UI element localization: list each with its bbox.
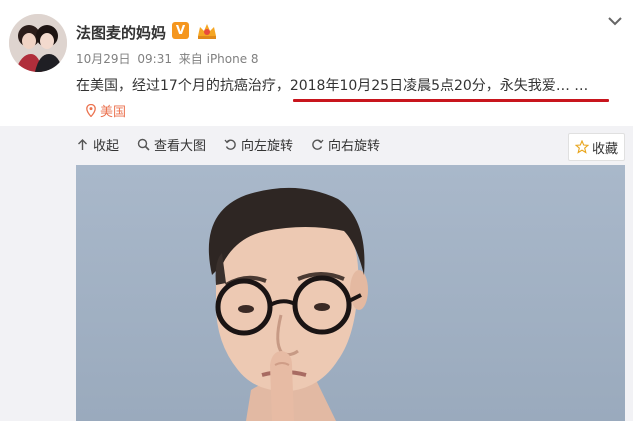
rotate-right-icon (312, 139, 324, 150)
post-meta: 10月29日 09:31 来自 iPhone 8 (76, 50, 262, 67)
portrait-image (76, 165, 625, 421)
verified-badge[interactable]: V (172, 22, 189, 39)
expand-link[interactable]: … … (556, 78, 588, 94)
username[interactable]: 法图麦的妈妈 (76, 22, 166, 43)
magnifier-icon (137, 138, 150, 151)
arrow-up-icon (78, 138, 87, 150)
favorite-label: 收藏 (591, 141, 618, 157)
post-photo[interactable] (76, 165, 625, 421)
avatar[interactable] (9, 14, 67, 72)
view-large-label: 查看大图 (154, 138, 207, 154)
post-source: 来自 iPhone 8 (178, 52, 259, 66)
post-time[interactable]: 09:31 (137, 52, 172, 66)
red-underline-annotation (293, 99, 609, 102)
rotate-right-button[interactable]: 向右旋转 (311, 135, 381, 154)
rotate-left-button[interactable]: 向左旋转 (224, 135, 294, 154)
post-date[interactable]: 10月29日 (76, 52, 131, 66)
rotate-left-icon (224, 139, 236, 150)
location-tag[interactable]: 美国 (86, 101, 126, 120)
post-text-part2: 2018年10月25日凌晨5点20分，永失我爱 (289, 78, 556, 94)
post-text-part1: 在美国，经过17个月的抗癌治疗， (76, 78, 290, 94)
favorite-button[interactable]: 收藏 (568, 133, 625, 161)
crown-icon[interactable] (196, 21, 218, 41)
rotate-left-label: 向左旋转 (241, 138, 294, 154)
rotate-right-label: 向右旋转 (328, 138, 381, 154)
location-pin-icon (86, 104, 96, 117)
media-toolbar: 收起 查看大图 向左旋转 向右旋转 (76, 135, 381, 154)
collapse-button[interactable]: 收起 (76, 135, 120, 154)
collapse-label: 收起 (93, 138, 120, 154)
star-icon (574, 140, 589, 154)
avatar-image (9, 14, 67, 72)
chevron-down-icon[interactable] (605, 14, 625, 28)
view-large-button[interactable]: 查看大图 (137, 135, 207, 154)
weibo-post: 法图麦的妈妈 V 10月29日 09:31 来自 iPhone 8 在美国，经过… (0, 0, 633, 421)
post-text: 在美国，经过17个月的抗癌治疗，2018年10月25日凌晨5点20分，永失我爱…… (76, 75, 588, 95)
location-label: 美国 (100, 105, 127, 120)
